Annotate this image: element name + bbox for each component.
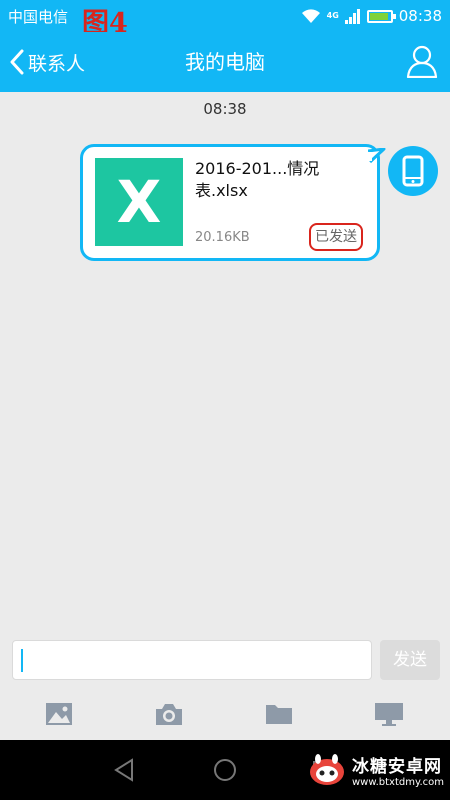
sender-avatar[interactable] [388, 146, 438, 196]
bubble-tail [368, 148, 386, 164]
nav-back-button[interactable] [108, 754, 140, 786]
file-button[interactable] [264, 700, 294, 728]
attachment-toolbar [0, 690, 450, 740]
status-clock: 08:38 [398, 7, 442, 25]
image-button[interactable] [44, 700, 74, 728]
file-message-bubble[interactable]: X 2016-201...情况表.xlsx 20.16KB 已发送 [80, 144, 380, 261]
watermark: 冰糖安卓网 www.btxtdmy.com [308, 752, 444, 788]
back-triangle-icon [114, 758, 133, 782]
computer-icon [375, 703, 403, 726]
message-status: 已发送 [309, 223, 363, 251]
profile-icon [406, 45, 438, 79]
computer-button[interactable] [374, 700, 404, 728]
message-timestamp: 08:38 [203, 100, 247, 118]
chevron-left-icon [10, 49, 24, 75]
watermark-url: www.btxtdmy.com [351, 777, 444, 788]
nav-home-button[interactable] [209, 754, 241, 786]
excel-icon: X [95, 158, 183, 246]
profile-button[interactable] [406, 44, 438, 79]
battery-icon [366, 9, 396, 23]
message-input[interactable] [12, 640, 372, 680]
folder-icon [266, 705, 292, 724]
camera-icon [156, 704, 182, 725]
wifi-icon [301, 9, 320, 23]
composer: 发送 [0, 632, 450, 690]
carrier-label: 中国电信 [8, 8, 69, 26]
send-button[interactable]: 发送 [380, 640, 440, 680]
watermark-logo-icon [309, 754, 344, 785]
image-icon [46, 703, 72, 725]
status-bar: 中国电信 图4 4G 08:38 [0, 0, 450, 37]
signal-icon [344, 9, 360, 24]
battery-level-fill [369, 12, 388, 20]
file-size: 20.16KB [195, 230, 250, 245]
status-icons: 4G 08:38 [301, 5, 442, 27]
title-bar: 我的电脑 联系人 [0, 32, 450, 92]
back-label: 联系人 [28, 52, 86, 75]
phone-icon [402, 155, 424, 187]
camera-button[interactable] [154, 700, 184, 728]
network-type-label: 4G [326, 11, 339, 20]
text-cursor [21, 649, 23, 672]
watermark-title: 冰糖安卓网 [351, 757, 442, 777]
file-name: 2016-201...情况表.xlsx [195, 159, 320, 200]
home-circle-icon [214, 759, 236, 781]
back-button[interactable]: 联系人 [10, 32, 85, 92]
